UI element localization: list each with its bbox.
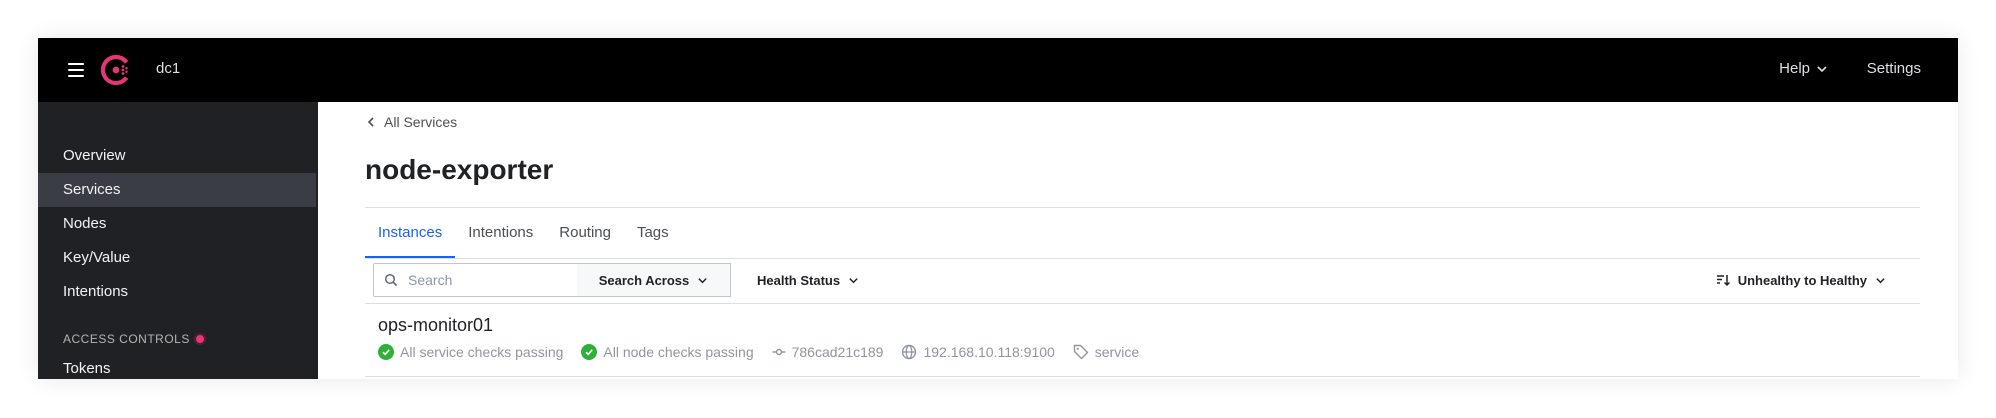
node-checks-status: All node checks passing <box>581 344 754 360</box>
instance-meta: All service checks passing All node chec… <box>378 344 1157 360</box>
search-icon <box>384 273 398 287</box>
instance-tag-value: service <box>1094 344 1140 360</box>
sidebar-item-key-value[interactable]: Key/Value <box>38 241 316 275</box>
chevron-left-icon <box>366 116 376 128</box>
sidebar-item-services[interactable]: Services <box>38 173 316 207</box>
consul-logo-icon[interactable] <box>100 54 132 86</box>
service-checks-status: All service checks passing <box>378 344 563 360</box>
search-input[interactable] <box>406 271 570 289</box>
instance-id: 786cad21c189 <box>772 344 884 360</box>
chevron-down-icon <box>697 275 708 286</box>
health-status-dropdown[interactable]: Health Status <box>757 263 859 297</box>
tab-instances[interactable]: Instances <box>365 208 456 258</box>
sidebar-item-intentions[interactable]: Intentions <box>38 275 316 309</box>
sidebar-item-nodes[interactable]: Nodes <box>38 207 316 241</box>
sort-icon <box>1716 273 1730 287</box>
instance-id-value: 786cad21c189 <box>791 344 884 360</box>
instance-address-value: 192.168.10.118:9100 <box>923 344 1055 360</box>
page-title: node-exporter <box>365 154 554 185</box>
chevron-down-icon <box>848 275 859 286</box>
filter-toolbar: Search Across Health Status Unhealthy to… <box>365 259 1920 303</box>
tab-routing[interactable]: Routing <box>546 208 624 258</box>
instance-tag: service <box>1073 344 1139 360</box>
tab-tags[interactable]: Tags <box>624 208 682 258</box>
tab-intentions[interactable]: Intentions <box>455 208 546 258</box>
access-controls-section-label: ACCESS CONTROLS <box>63 332 204 346</box>
status-dot-icon <box>195 335 204 343</box>
health-status-label: Health Status <box>757 272 841 288</box>
sort-dropdown[interactable]: Unhealthy to Healthy <box>1716 263 1886 297</box>
sidebar: Overview Services Nodes Key/Value Intent… <box>38 102 318 379</box>
tab-bar: Instances Intentions Routing Tags <box>365 208 682 258</box>
search-across-dropdown[interactable]: Search Across <box>577 263 731 297</box>
help-menu[interactable]: Help <box>1779 60 1828 77</box>
list-item[interactable]: ops-monitor01 All service checks passing… <box>365 304 1920 377</box>
git-commit-icon <box>772 345 786 359</box>
search-across-label: Search Across <box>598 272 690 288</box>
app-window: dc1 Help Settings Overview Services Node… <box>38 38 1958 379</box>
breadcrumb[interactable]: All Services <box>366 114 457 130</box>
menu-icon[interactable] <box>68 63 84 77</box>
breadcrumb-label: All Services <box>384 114 458 130</box>
check-circle-icon <box>581 344 598 360</box>
chevron-down-icon <box>1875 275 1886 286</box>
sidebar-item-tokens[interactable]: Tokens <box>38 352 316 379</box>
settings-link[interactable]: Settings <box>1867 60 1921 77</box>
check-circle-icon <box>378 344 394 360</box>
divider <box>365 376 1920 377</box>
top-bar: dc1 Help Settings <box>38 38 1958 102</box>
node-checks-label: All node checks passing <box>603 344 754 360</box>
globe-icon <box>901 344 917 360</box>
instance-name: ops-monitor01 <box>378 315 494 335</box>
sort-label: Unhealthy to Healthy <box>1737 272 1867 288</box>
tag-icon <box>1073 344 1089 360</box>
chevron-down-icon <box>1816 63 1828 75</box>
sidebar-item-overview[interactable]: Overview <box>38 139 316 173</box>
section-label-text: ACCESS CONTROLS <box>63 332 190 346</box>
instance-address: 192.168.10.118:9100 <box>901 344 1055 360</box>
help-label: Help <box>1779 60 1810 77</box>
search-box <box>373 263 578 297</box>
datacenter-label[interactable]: dc1 <box>156 60 180 77</box>
main-content: All Services node-exporter Instances Int… <box>318 102 1958 379</box>
service-checks-label: All service checks passing <box>400 344 564 360</box>
